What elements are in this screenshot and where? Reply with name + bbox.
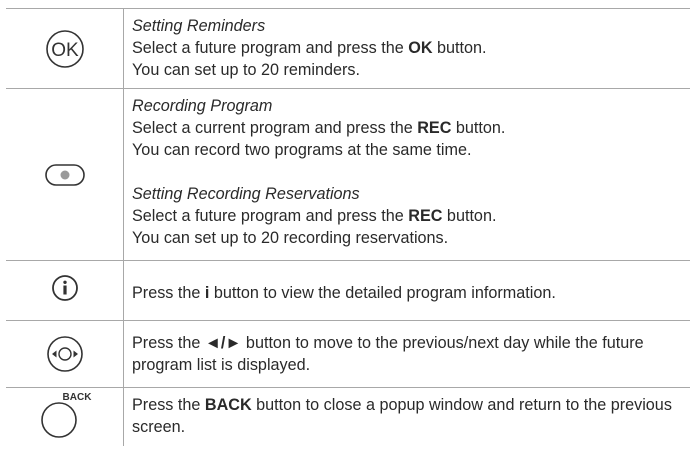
section-title: Setting Recording Reservations <box>132 185 360 203</box>
description-cell: Press the i button to view the detailed … <box>124 261 690 320</box>
table-row-rec: Recording Program Select a current progr… <box>6 89 690 261</box>
description-line: Press the BACK button to close a popup w… <box>132 396 672 436</box>
table-row-ok: OK Setting Reminders Select a future pro… <box>6 9 690 89</box>
table-row-back: BACK Press the BACK button to close a po… <box>6 388 690 446</box>
back-button-icon: BACK <box>40 392 92 438</box>
svg-text:BACK: BACK <box>62 392 92 403</box>
description-line: Press the ◄/► button to move to the prev… <box>132 334 644 374</box>
left-right-button-icon <box>46 336 83 372</box>
description-cell: Recording Program Select a current progr… <box>124 89 690 260</box>
icon-cell <box>6 321 124 387</box>
info-button-icon <box>51 275 78 302</box>
description-cell: Press the BACK button to close a popup w… <box>124 388 690 446</box>
table-row-left-right: Press the ◄/► button to move to the prev… <box>6 321 690 388</box>
description-line: You can record two programs at the same … <box>132 141 472 159</box>
description-line: You can set up to 20 recording reservati… <box>132 229 449 247</box>
description-cell: Press the ◄/► button to move to the prev… <box>124 321 690 387</box>
icon-cell <box>6 89 124 260</box>
rec-button-icon <box>44 163 85 186</box>
icon-cell: BACK <box>6 388 124 446</box>
table-row-info: Press the i button to view the detailed … <box>6 261 690 321</box>
ok-button-icon: OK <box>45 29 84 68</box>
svg-text:OK: OK <box>51 40 79 61</box>
description-line: You can set up to 20 reminders. <box>132 61 360 79</box>
description-line: Press the i button to view the detailed … <box>132 283 556 302</box>
description-line: Select a current program and press the R… <box>132 119 506 137</box>
section-title: Setting Reminders <box>132 17 266 35</box>
section-title: Recording Program <box>132 97 273 115</box>
icon-cell: OK <box>6 9 124 88</box>
remote-buttons-table: OK Setting Reminders Select a future pro… <box>6 8 690 446</box>
description-line: Select a future program and press the RE… <box>132 207 497 225</box>
description-line: Select a future program and press the OK… <box>132 39 487 57</box>
icon-cell <box>6 261 124 320</box>
description-cell: Setting Reminders Select a future progra… <box>124 9 690 88</box>
